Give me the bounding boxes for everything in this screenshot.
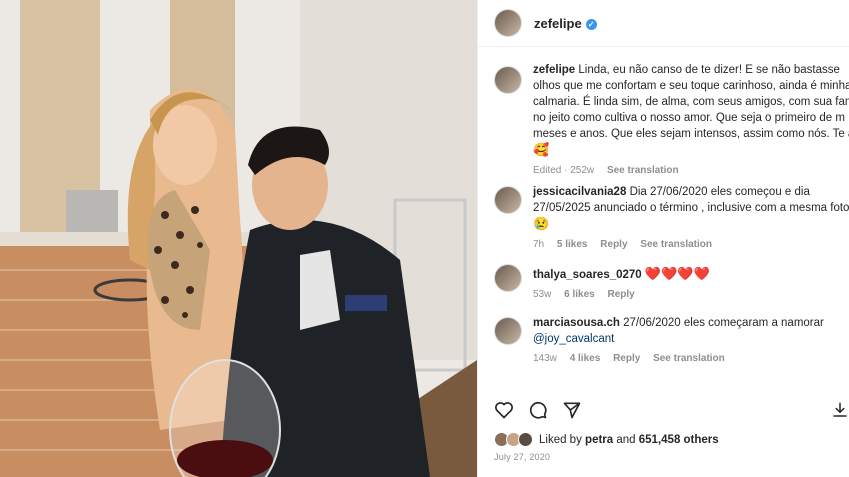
comment-likes[interactable]: 6 likes	[564, 289, 595, 300]
comment-avatar[interactable]	[494, 264, 522, 292]
comment-time: 53w	[533, 289, 552, 300]
comment-username[interactable]: jessicacilvania28	[533, 186, 626, 198]
likes-user[interactable]: petra	[585, 434, 613, 446]
post-photo[interactable]	[0, 0, 477, 477]
reply-button[interactable]: Reply	[608, 289, 635, 300]
post-header: zefelipe ✓	[478, 0, 849, 47]
comment-username[interactable]: marciasousa.ch	[533, 317, 620, 329]
comment-likes[interactable]: 4 likes	[570, 353, 601, 364]
comment-username[interactable]: thalya_soares_0270	[533, 269, 642, 281]
reply-button[interactable]: Reply	[600, 239, 627, 250]
likes-count[interactable]: 651,458 others	[639, 434, 719, 446]
header-username[interactable]: zefelipe ✓	[534, 16, 597, 31]
comment-meta: 7h 5 likes Reply See translation	[533, 239, 849, 250]
caption-line: meses e anos. Que eles sejam intensos, a…	[533, 128, 849, 140]
edited-label: Edited · 252w	[533, 165, 595, 176]
comment-text: jessicacilvania28 Dia 27/06/2020 eles co…	[533, 178, 849, 233]
caption-text: zefelipe Linda, eu não canso de te dizer…	[533, 58, 849, 159]
share-icon[interactable]	[562, 400, 582, 420]
save-icon[interactable]	[831, 400, 849, 420]
caption-line: olhos que me confortam e seu toque carin…	[533, 80, 849, 92]
comment-line: 27/05/2025 anunciado o término , inclusi…	[533, 202, 849, 214]
see-translation-link[interactable]: See translation	[607, 165, 679, 176]
comment-time: 143w	[533, 353, 557, 364]
comment-likes[interactable]: 5 likes	[557, 239, 588, 250]
comment-avatar[interactable]	[494, 317, 522, 345]
action-bar	[494, 398, 849, 422]
likes-summary: Liked by petra and 651,458 others	[494, 432, 719, 447]
caption-meta: Edited · 252w See translation	[533, 165, 849, 176]
comment-text: thalya_soares_0270 ❤️❤️❤️❤️	[533, 256, 849, 283]
comments-list: zefelipe Linda, eu não canso de te dizer…	[478, 58, 849, 369]
instagram-post: zefelipe ✓ zefelipe Linda, eu não canso d…	[0, 0, 849, 477]
comment-meta: 53w 6 likes Reply	[533, 289, 849, 300]
comment-icon[interactable]	[528, 400, 548, 420]
liker-avatars	[494, 432, 533, 447]
avatar[interactable]	[494, 9, 522, 37]
likes-prefix: Liked by	[539, 433, 582, 446]
caption-avatar[interactable]	[494, 66, 522, 94]
post-panel: zefelipe ✓ zefelipe Linda, eu não canso d…	[477, 0, 849, 477]
caption-line: Linda, eu não canso de te dizer! E se nã…	[578, 64, 840, 76]
comment-avatar[interactable]	[494, 186, 522, 214]
verified-icon: ✓	[585, 18, 597, 30]
caption-emoji: 🥰	[533, 142, 550, 157]
photo-illustration	[0, 0, 477, 477]
comment-emoji: 😢	[533, 216, 550, 231]
comment-meta: 143w 4 likes Reply See translation	[533, 353, 849, 364]
reply-button[interactable]: Reply	[613, 353, 640, 364]
comment-time: 7h	[533, 239, 545, 250]
see-translation-link[interactable]: See translation	[640, 239, 712, 250]
likes-and: and	[616, 433, 636, 446]
avatar	[518, 432, 533, 447]
caption-line: no jeito como cultiva o nosso amor. Que …	[533, 112, 845, 124]
heart-icon[interactable]	[494, 400, 514, 420]
comment-item: jessicacilvania28 Dia 27/06/2020 eles co…	[478, 178, 849, 250]
caption: zefelipe Linda, eu não canso de te dizer…	[478, 58, 849, 178]
comment-line: 27/06/2020 eles começaram a namorar	[623, 317, 824, 329]
post-date: July 27, 2020	[494, 452, 551, 462]
mention-link[interactable]: @joy_cavalcant	[533, 333, 614, 345]
caption-username[interactable]: zefelipe	[533, 64, 575, 76]
comment-item: marciasousa.ch 27/06/2020 eles começaram…	[478, 309, 849, 369]
comment-item: thalya_soares_0270 ❤️❤️❤️❤️ 53w 6 likes …	[478, 256, 849, 309]
heart-emojis: ❤️❤️❤️❤️	[644, 266, 710, 281]
comment-text: marciasousa.ch 27/06/2020 eles começaram…	[533, 309, 849, 347]
see-translation-link[interactable]: See translation	[653, 353, 725, 364]
comment-line: Dia 27/06/2020 eles começou e dia	[629, 186, 810, 198]
caption-line: calmaria. É linda sim, de alma, com seus…	[533, 96, 849, 108]
